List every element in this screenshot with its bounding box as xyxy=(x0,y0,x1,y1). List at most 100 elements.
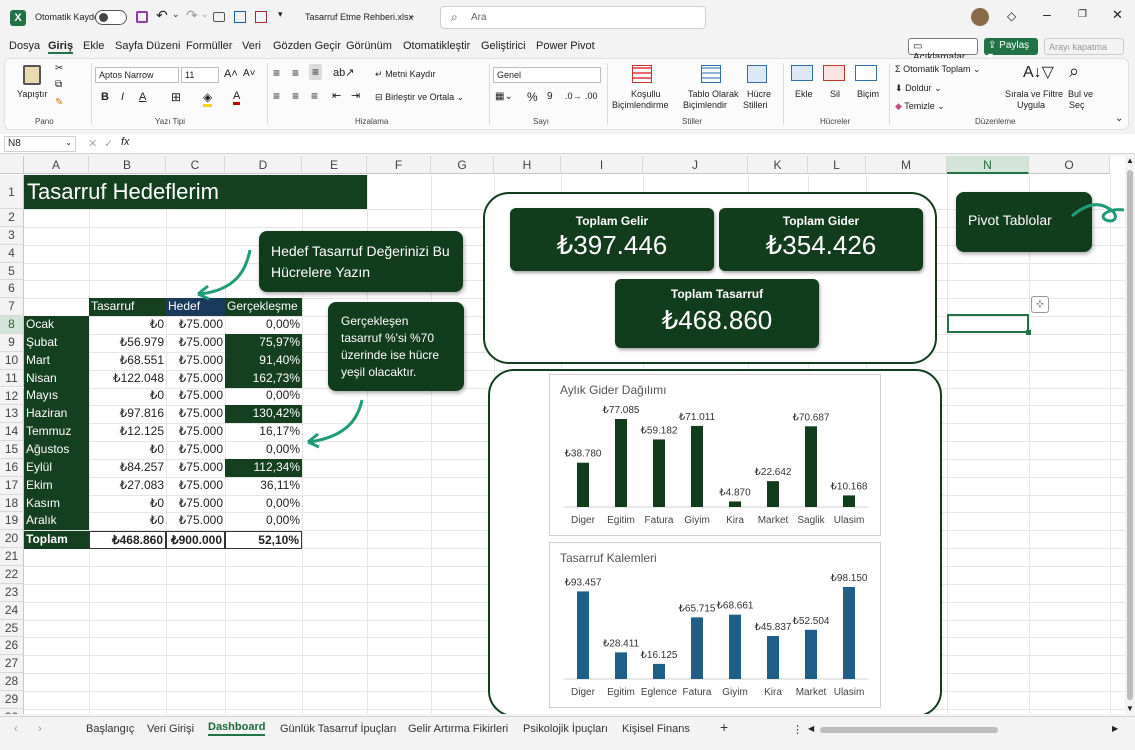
achievement-cell[interactable]: 36,11% xyxy=(225,477,302,495)
sheet-tab-start[interactable]: Başlangıç xyxy=(86,723,134,735)
column-header-b[interactable]: B xyxy=(89,156,166,174)
month-cell[interactable]: Temmuz xyxy=(24,423,89,442)
achievement-cell[interactable]: 0,00% xyxy=(225,316,302,334)
horizontal-scroll-thumb[interactable] xyxy=(820,727,998,733)
target-cell[interactable]: ₺75.000 xyxy=(166,370,225,388)
kpi-expense-card[interactable]: Toplam Gider ₺354.426 xyxy=(719,208,923,271)
kpi-income-card[interactable]: Toplam Gelir ₺397.446 xyxy=(510,208,714,271)
align-top-icon[interactable]: ≡ xyxy=(273,66,280,80)
align-center-icon[interactable]: ≡ xyxy=(292,89,299,103)
row-header-21[interactable]: 21 xyxy=(0,548,24,566)
scroll-up-icon[interactable]: ▲ xyxy=(1126,156,1134,165)
borders-icon[interactable]: ⊞ xyxy=(171,90,181,104)
month-cell[interactable]: Ağustos xyxy=(24,440,89,459)
align-right-icon[interactable]: ≡ xyxy=(311,89,318,103)
worksheet-grid[interactable]: ABCDEFGHIJKLMNO 1 2 3 4 5 6 7 8 9 10 11 12 13 14 15 16 1… xyxy=(0,156,1125,714)
note-target-instruction[interactable]: Hedef Tasarruf Değerinizi Bu Hücrelere Y… xyxy=(259,231,463,292)
column-header-o[interactable]: O xyxy=(1029,156,1110,174)
savings-items-chart[interactable]: Tasarruf Kalemleri ₺93.457 Diger ₺28.411 Egi… xyxy=(549,542,881,708)
horizontal-scrollbar[interactable]: ◀ ▶ xyxy=(808,724,1120,735)
achievement-cell[interactable]: 130,42% xyxy=(225,405,302,424)
currency-icon[interactable]: ▦⌄ xyxy=(495,91,513,102)
increase-decimal-icon[interactable]: .0→ xyxy=(565,91,582,101)
column-header-e[interactable]: E xyxy=(302,156,367,174)
tab-power-pivot[interactable]: Power Pivot xyxy=(536,40,595,52)
row-header-8[interactable]: 8 xyxy=(0,316,24,334)
month-cell[interactable]: Ekim xyxy=(24,476,89,495)
cell-styles-label-1[interactable]: Hücre xyxy=(747,89,771,99)
bold-icon[interactable]: B xyxy=(101,91,109,103)
insert-cells-label[interactable]: Ekle xyxy=(795,89,813,99)
row-header-11[interactable]: 11 xyxy=(0,369,24,388)
format-table-label-2[interactable]: Biçimlendir xyxy=(683,100,727,110)
customize-qat-icon[interactable]: ▾ xyxy=(278,9,283,20)
font-size-select[interactable]: 11 xyxy=(181,67,219,83)
tab-automate[interactable]: Otomatikleştir xyxy=(403,40,470,52)
confirm-entry-icon[interactable]: ✓ xyxy=(104,137,113,150)
row-header-16[interactable]: 16 xyxy=(0,458,24,477)
quick-analysis-icon[interactable]: ⊹ xyxy=(1031,296,1049,313)
decrease-decimal-icon[interactable]: .00 xyxy=(585,91,598,101)
savings-cell[interactable]: ₺12.125 xyxy=(89,423,166,441)
row-header-13[interactable]: 13 xyxy=(0,405,24,424)
row-header-29[interactable]: 29 xyxy=(0,690,24,709)
column-header-m[interactable]: M xyxy=(866,156,947,174)
sheet-tab-psychological-tips[interactable]: Psikolojik İpuçları xyxy=(523,723,608,735)
row-header-25[interactable]: 25 xyxy=(0,619,24,638)
row-header-28[interactable]: 28 xyxy=(0,673,24,691)
conditional-format-label-1[interactable]: Koşullu xyxy=(631,89,661,99)
chart-bar[interactable] xyxy=(653,439,665,507)
savings-cell[interactable]: ₺84.257 xyxy=(89,459,166,477)
paste-icon[interactable] xyxy=(23,65,41,85)
insert-function-icon[interactable]: fx xyxy=(121,136,130,148)
file-name-dropdown-icon[interactable]: ⌄ xyxy=(408,10,416,21)
fill-button[interactable]: ⬇ Doldur ⌄ xyxy=(895,83,942,94)
find-icon[interactable]: ⌕ xyxy=(1069,61,1079,82)
achievement-cell[interactable]: 91,40% xyxy=(225,351,302,370)
row-header-3[interactable]: 3 xyxy=(0,226,24,245)
tab-insert[interactable]: Ekle xyxy=(83,40,104,52)
format-table-label-1[interactable]: Tablo Olarak xyxy=(688,89,739,99)
chart-bar[interactable] xyxy=(805,629,817,679)
catchup-button[interactable]: Arayı kapatma xyxy=(1044,38,1124,55)
tab-data[interactable]: Veri xyxy=(242,40,261,52)
find-select-label-2[interactable]: Seç xyxy=(1069,100,1085,110)
row-header-22[interactable]: 22 xyxy=(0,566,24,584)
sort-filter-label-1[interactable]: Sırala ve Filtre xyxy=(1005,89,1063,99)
column-header-n[interactable]: N xyxy=(947,156,1029,174)
month-cell[interactable]: Nisan xyxy=(24,369,89,388)
row-header-10[interactable]: 10 xyxy=(0,351,24,370)
wrap-text-button[interactable]: ↵ Metni Kaydır xyxy=(375,69,436,80)
share-button[interactable]: ⇪ Paylaş ▾ xyxy=(984,38,1038,62)
achievement-cell[interactable]: 16,17% xyxy=(225,423,302,441)
target-cell[interactable]: ₺75.000 xyxy=(166,441,225,459)
expense-chart[interactable]: Aylık Gider Dağılımı ₺38.780 Diger ₺77.085 E… xyxy=(549,374,881,536)
tab-page-layout[interactable]: Sayfa Düzeni xyxy=(115,40,180,52)
tab-developer[interactable]: Geliştirici xyxy=(481,40,526,52)
chart-bar[interactable] xyxy=(577,591,589,679)
month-cell[interactable]: Şubat xyxy=(24,333,89,352)
month-cell[interactable]: Aralık xyxy=(24,512,89,531)
font-color-icon[interactable]: A xyxy=(233,90,241,105)
target-cell[interactable]: ₺75.000 xyxy=(166,423,225,441)
sheet-tab-daily-tips[interactable]: Günlük Tasarruf İpuçları xyxy=(280,723,397,735)
restore-icon[interactable]: ❐ xyxy=(1078,9,1087,20)
paste-label[interactable]: Yapıştır xyxy=(17,89,47,99)
cut-icon[interactable]: ✂ xyxy=(55,63,63,74)
chart-bar[interactable] xyxy=(843,495,855,507)
redo-dropdown-icon[interactable]: ⌄ xyxy=(201,9,209,20)
align-bottom-icon[interactable]: ≡ xyxy=(309,64,323,80)
row-header-1[interactable]: 1 xyxy=(0,175,24,209)
scroll-left-icon[interactable]: ◀ xyxy=(808,724,814,733)
redo-icon[interactable]: ↷ xyxy=(186,7,198,24)
tab-scroll-left-icon[interactable]: ‹ xyxy=(14,723,18,735)
print-preview-icon[interactable] xyxy=(255,11,267,23)
row-header-9[interactable]: 9 xyxy=(0,333,24,352)
insert-cells-icon[interactable] xyxy=(791,65,813,81)
savings-cell[interactable]: ₺0 xyxy=(89,512,166,530)
form-icon[interactable] xyxy=(234,11,246,23)
row-header-24[interactable]: 24 xyxy=(0,601,24,620)
total-target[interactable]: ₺900.000 xyxy=(166,531,225,549)
fill-handle[interactable] xyxy=(1026,330,1031,335)
savings-cell[interactable]: ₺122.048 xyxy=(89,370,166,388)
